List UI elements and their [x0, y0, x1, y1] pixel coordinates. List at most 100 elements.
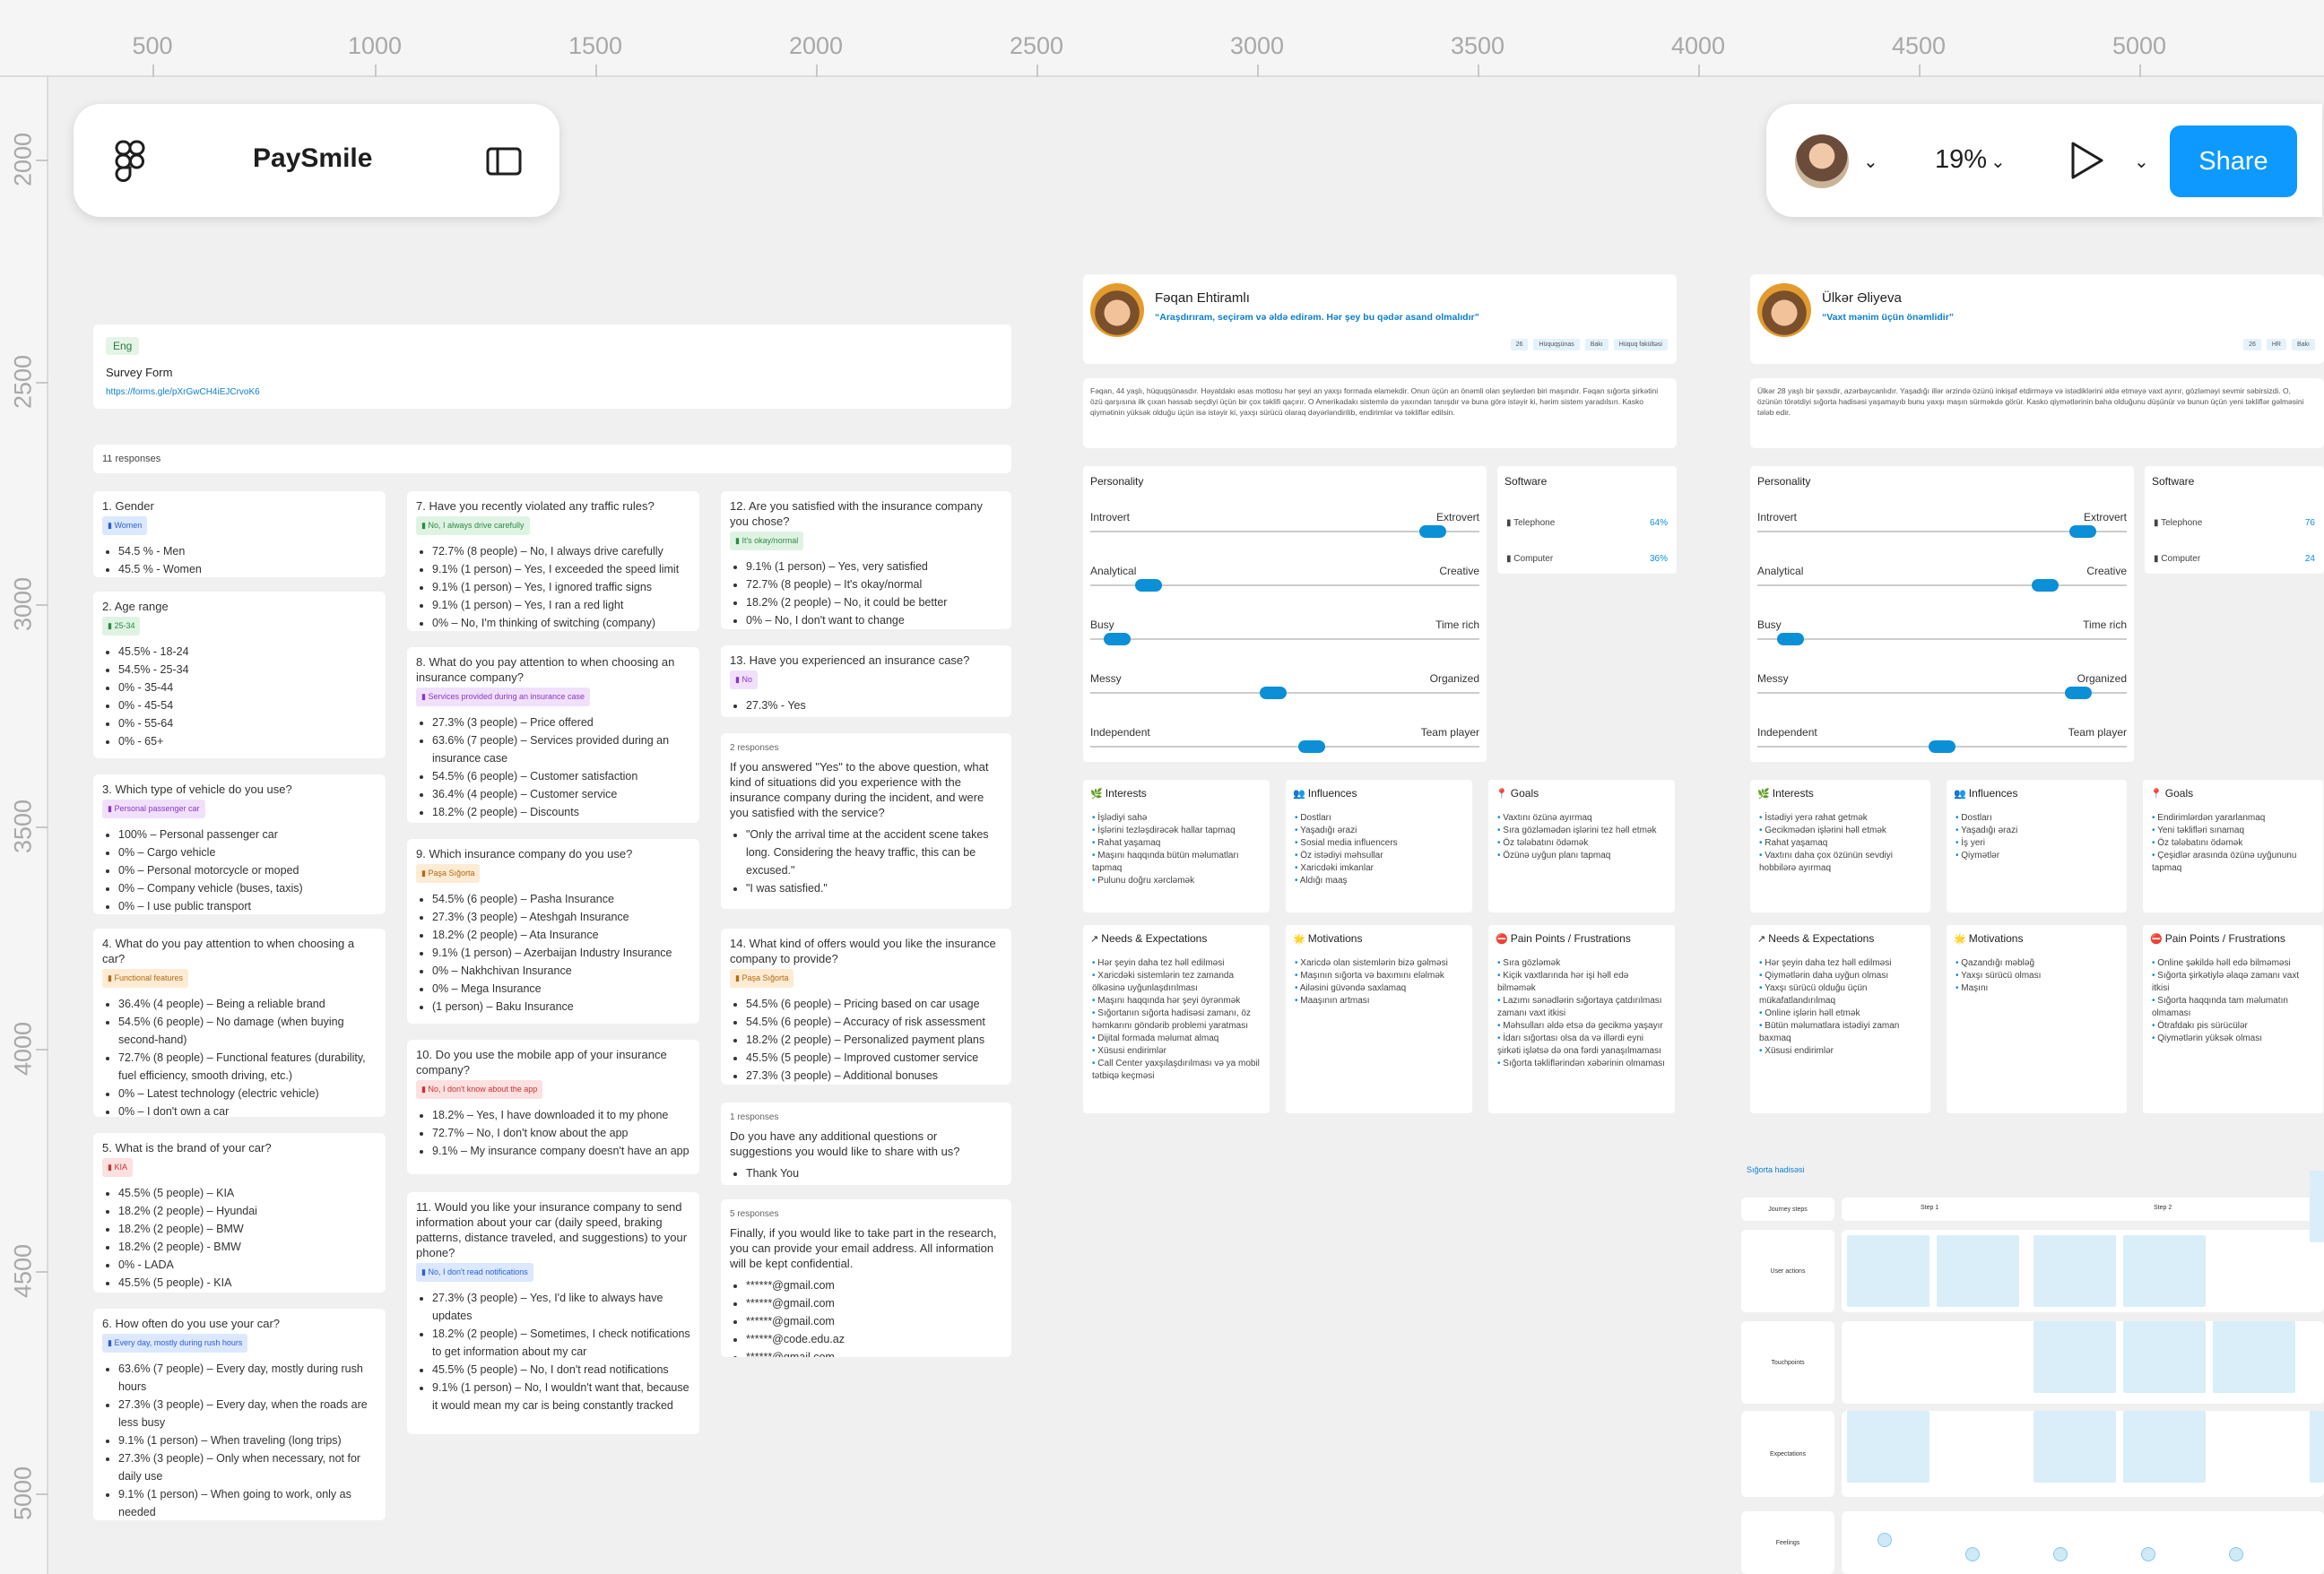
persona-influences-panel: 👥 InfluencesDostlarıYaşadığı əraziİş yer… — [1947, 780, 2127, 912]
journey-sticky-note[interactable] — [2034, 1235, 2116, 1307]
journey-sticky-note[interactable] — [2123, 1235, 2206, 1307]
answer-list: 27.3% (3 people) – Yes, I'd like to alwa… — [432, 1289, 690, 1414]
panel-list-item: İstədiyi yerə rahat getmək — [1759, 812, 1921, 825]
answer-item: 18.2% (2 people) – Ata Insurance — [432, 926, 690, 944]
answer-list: 45.5% - 18-2454.5% - 25-340% - 35-440% -… — [118, 643, 377, 750]
avatar-chevron-down-icon[interactable]: ⌄ — [1863, 151, 1878, 173]
slider-right-label: Time rich — [1435, 618, 1479, 631]
persona-card-ulker: Ülkər Əliyeva “Vaxt mənim üçün önəmlidir”… — [1750, 274, 2324, 1171]
personality-slider[interactable]: Independent Team player — [1083, 726, 1487, 753]
share-button[interactable]: Share — [2170, 125, 2297, 197]
slider-right-label: Creative — [2086, 565, 2127, 577]
persona-quote: “Araşdırıram, seçirəm və əldə edirəm. Hə… — [1155, 312, 1479, 323]
question-text: 9. Which insurance company do you use? — [416, 847, 633, 861]
present-chevron-down-icon[interactable]: ⌄ — [2134, 151, 2149, 173]
personality-slider[interactable]: Independent Team player — [1750, 726, 2134, 753]
journey-sticky-note[interactable] — [1937, 1235, 2019, 1307]
personality-slider[interactable]: Analytical Creative — [1083, 565, 1487, 592]
slider-thumb[interactable] — [1929, 740, 1955, 753]
panel-list-item: Xüsusi endirimlər — [1092, 1045, 1261, 1058]
ruler-x-tick — [1919, 65, 1921, 77]
panel-list-item: İşlərini tezləşdirəcək hallar tapmaq — [1092, 825, 1261, 837]
journey-row-label: User actions — [1770, 1267, 1806, 1275]
slider-thumb[interactable] — [1104, 633, 1132, 645]
sidebar-toggle-icon[interactable] — [486, 147, 522, 176]
ruler-x-label: 3000 — [1229, 32, 1285, 59]
slider-thumb[interactable] — [1418, 525, 1446, 538]
slider-thumb[interactable] — [2065, 687, 2093, 699]
ruler-y-tick — [36, 1493, 48, 1495]
journey-sticky-note[interactable] — [2034, 1321, 2116, 1393]
answer-item: 9.1% (1 person) – When going to work, on… — [118, 1485, 377, 1520]
personality-slider[interactable]: Busy Time rich — [1083, 618, 1487, 645]
slider-thumb[interactable] — [1259, 687, 1287, 699]
persona-bio: Ülkər 28 yaşlı bir şəxsdir, azərbaycanlı… — [1750, 378, 2324, 448]
panel-title: 👥 Influences — [1286, 780, 1472, 812]
panel-list: Online şəkildə həll edə bilməməsiSığorta… — [2143, 957, 2323, 1045]
answer-item: 45.5 % - Women — [118, 560, 377, 577]
zoom-chevron-down-icon[interactable]: ⌄ — [1990, 151, 2006, 173]
panel-title-text: Needs & Expectations — [1101, 932, 1208, 945]
panel-list: Qazandığı məbləğYaxşı sürücü olmasıMaşın… — [1947, 957, 2127, 995]
survey-question-card: 7. Have you recently violated any traffi… — [407, 491, 699, 631]
panel-list-item: Yaşadığı ərazi — [1955, 825, 2118, 837]
personality-slider[interactable]: Introvert Extrovert — [1083, 511, 1487, 538]
slider-thumb[interactable] — [2068, 525, 2096, 538]
slider-left-label: Analytical — [1090, 565, 1137, 577]
zoom-level[interactable]: 19% — [1935, 145, 1987, 175]
ruler-y-label: 3500 — [9, 799, 37, 854]
survey-question-card: 3. Which type of vehicle do you use? ▮ Pe… — [93, 774, 386, 914]
survey-question-card: 2 responses If you answered "Yes" to the … — [721, 733, 1011, 909]
answer-item: 0% – I don't own a car — [118, 1103, 377, 1117]
slider-track — [1757, 740, 2127, 753]
journey-sticky-note[interactable] — [1847, 1235, 1929, 1307]
panel-list-item: Xaricdə olan sistemlərin bizə gəlməsi — [1295, 957, 1463, 970]
slider-thumb[interactable] — [1298, 740, 1326, 753]
ruler-x-tick — [816, 65, 818, 77]
answer-item: 54.5% (6 people) – Pricing based on car … — [746, 995, 1002, 1013]
question-text: 14. What kind of offers would you like t… — [730, 937, 996, 965]
panel-list-item: Hər şeyin daha tez həll edilməsi — [1759, 957, 1921, 970]
user-avatar[interactable] — [1795, 134, 1849, 188]
answer-item: 9.1% (1 person) – No, I wouldn't want th… — [432, 1379, 690, 1414]
journey-sticky-note[interactable] — [2034, 1411, 2116, 1483]
figma-logo-icon[interactable] — [115, 140, 145, 183]
answer-item: 27.3% (3 people) – Price offered — [432, 713, 690, 731]
file-title[interactable]: PaySmile — [253, 143, 372, 174]
personality-slider[interactable]: Busy Time rich — [1750, 618, 2134, 645]
answer-item: ******@gmail.com — [746, 1348, 1002, 1357]
answer-item: 63.6% (7 people) – Services provided dur… — [432, 731, 690, 767]
personality-slider[interactable]: Messy Organized — [1750, 672, 2134, 699]
persona-name: Fəqan Ehtiramlı — [1155, 290, 1250, 306]
panel-list-item: Sosial media influencers — [1295, 837, 1463, 850]
panel-list: DostlarıYaşadığı əraziSosial media influ… — [1286, 812, 1472, 887]
panel-list-item: Call Center yaxşılaşdırılması və ya mobi… — [1092, 1058, 1261, 1083]
journey-sticky-note[interactable] — [2123, 1321, 2206, 1393]
journey-sticky-note[interactable] — [2310, 1411, 2324, 1483]
software-title: Software — [2152, 475, 2195, 488]
slider-thumb[interactable] — [1777, 633, 1805, 645]
software-name: Telephone — [1513, 518, 1556, 528]
panel-list-item: Maşını haqqında hər şeyi öyrənmək — [1092, 995, 1261, 1008]
survey-question-card: 1. Gender ▮ Women 54.5 % - Men45.5 % - Wom… — [93, 491, 386, 577]
panel-list-item: Yaxşı sürücü olduğu üçün mükafatlandırıl… — [1759, 982, 1921, 1008]
answer-item: 18.2% (2 people) – BMW — [118, 1220, 377, 1238]
motivations-icon: 🌟 — [1293, 934, 1308, 945]
journey-sticky-note[interactable] — [2310, 1171, 2324, 1242]
panel-list-item: Xüsusi endirimlər — [1759, 1045, 1921, 1058]
panel-list-item: Online şəkildə həll edə bilməməsi — [2152, 957, 2314, 970]
slider-thumb[interactable] — [1135, 579, 1163, 592]
journey-sticky-note[interactable] — [2213, 1321, 2295, 1393]
personality-slider[interactable]: Introvert Extrovert — [1750, 511, 2134, 538]
present-play-icon[interactable] — [2069, 140, 2105, 181]
motivations-icon: 🌟 — [1954, 934, 1969, 945]
journey-sticky-note[interactable] — [1847, 1411, 1929, 1483]
slider-thumb[interactable] — [2032, 579, 2060, 592]
panel-title-text: Influences — [1307, 787, 1357, 800]
personality-slider[interactable]: Analytical Creative — [1750, 565, 2134, 592]
panel-list: İşlədiyi sahəİşlərini tezləşdirəcək hall… — [1083, 812, 1270, 887]
personality-slider[interactable]: Messy Organized — [1083, 672, 1487, 699]
journey-sticky-note[interactable] — [2123, 1411, 2206, 1483]
survey-link[interactable]: https://forms.gle/pXrGwCH4iEJCrvoK6 — [106, 387, 260, 397]
panel-list-item: Öz istədiyi məhsullar — [1295, 850, 1463, 862]
